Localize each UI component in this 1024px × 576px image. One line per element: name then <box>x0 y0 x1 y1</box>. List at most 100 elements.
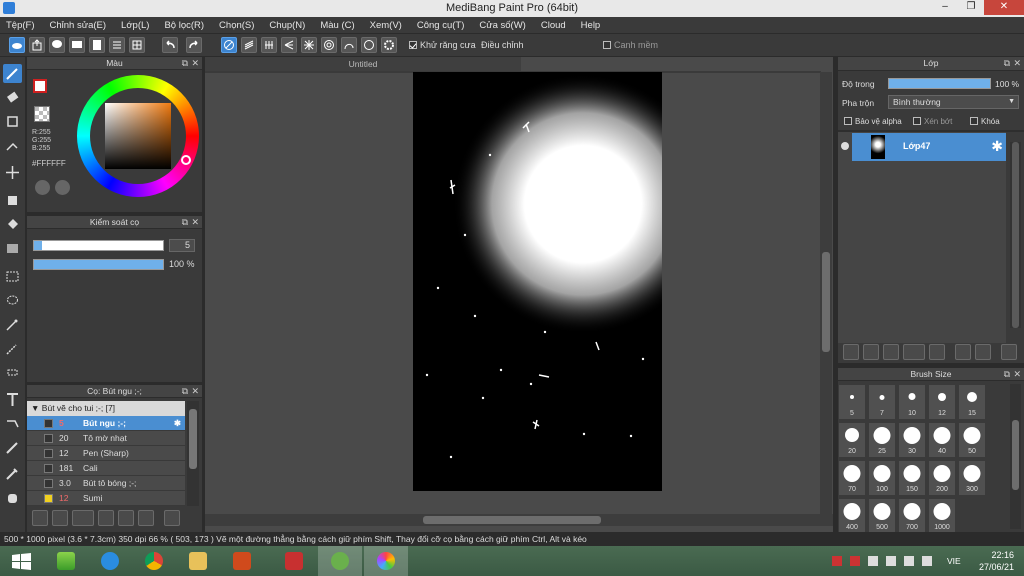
layer-menu-icon[interactable] <box>903 344 925 360</box>
undock-icon[interactable]: ⧉ <box>1004 57 1010 70</box>
brush-size-cell[interactable]: 15 <box>958 384 986 420</box>
brush-size-cell[interactable]: 100 <box>868 460 896 496</box>
folder-icon[interactable] <box>118 510 134 526</box>
undock-icon[interactable]: ⧉ <box>182 57 188 70</box>
fill-rect-tool-icon[interactable] <box>3 191 22 210</box>
select-pen-tool-icon[interactable] <box>3 339 22 358</box>
parallel-snap-icon[interactable] <box>241 37 257 53</box>
brush-size-cell[interactable]: 1000 <box>928 498 956 534</box>
crisscross-snap-icon[interactable] <box>261 37 277 53</box>
redo-icon[interactable] <box>186 37 202 53</box>
size-input[interactable]: 5 <box>169 239 195 252</box>
clipping-checkbox[interactable] <box>913 117 921 125</box>
brush-size-cell[interactable]: 400 <box>838 498 866 534</box>
folder-icon[interactable] <box>929 344 945 360</box>
ellipse-snap-icon[interactable] <box>361 37 377 53</box>
hue-handle[interactable] <box>181 155 191 165</box>
tray-app-icon[interactable] <box>832 556 842 566</box>
tray-vietkey-icon[interactable] <box>850 556 860 566</box>
menu-file[interactable]: Tệp(F) <box>6 20 35 31</box>
menu-view[interactable]: Xem(V) <box>370 20 402 31</box>
new-halftone-layer-icon[interactable] <box>863 344 879 360</box>
antialias-checkbox[interactable] <box>409 41 417 49</box>
palette-icon[interactable] <box>35 180 50 195</box>
brush-tool-icon[interactable] <box>3 64 22 83</box>
blur-tool-icon[interactable] <box>3 136 22 155</box>
new-layer-icon[interactable] <box>843 344 859 360</box>
menu-layer[interactable]: Lớp(L) <box>121 20 149 31</box>
move-tool-icon[interactable] <box>3 163 22 182</box>
brush-size-cell[interactable]: 700 <box>898 498 926 534</box>
taskbar-medibang[interactable] <box>364 546 408 576</box>
brush-item[interactable]: 12 Pen (Sharp) <box>27 446 185 461</box>
layer-scrollbar[interactable] <box>1010 142 1021 328</box>
brush-size-cell[interactable]: 40 <box>928 422 956 458</box>
document-tab[interactable]: Untitled <box>205 57 521 71</box>
new-brush-icon[interactable] <box>52 510 68 526</box>
eye-icon[interactable] <box>841 142 849 150</box>
undock-icon[interactable]: ⧉ <box>182 385 188 398</box>
radial-snap-icon[interactable] <box>301 37 317 53</box>
share-icon[interactable] <box>29 37 45 53</box>
menu-select[interactable]: Chọn(S) <box>219 20 254 31</box>
brush-size-cell[interactable]: 7 <box>868 384 896 420</box>
menu-help[interactable]: Help <box>581 20 601 31</box>
menu-cloud[interactable]: Cloud <box>541 20 566 31</box>
maximize-button[interactable]: ❐ <box>958 0 984 15</box>
menu-filter[interactable]: Bộ lọc(R) <box>164 20 204 31</box>
undo-icon[interactable] <box>162 37 178 53</box>
brush-item[interactable]: 12 Sumi <box>27 491 185 506</box>
chat-icon[interactable] <box>69 37 85 53</box>
settings-gear-icon[interactable] <box>381 37 397 53</box>
taskbar-app[interactable] <box>272 546 316 576</box>
brush-size-cell[interactable]: 25 <box>868 422 896 458</box>
blend-mode-select[interactable]: Bình thường ▼ <box>888 95 1019 109</box>
menu-window[interactable]: Cửa số(W) <box>479 20 525 31</box>
brush-group-header[interactable]: ▼ Bút vẽ cho tui ;-; [7] <box>27 401 185 416</box>
brush-item[interactable]: 3.0 Bút tô bóng ;-; <box>27 476 185 491</box>
saturation-value-square[interactable] <box>105 103 171 169</box>
taskbar-snipping[interactable] <box>318 546 362 576</box>
undock-icon[interactable]: ⧉ <box>1004 368 1010 381</box>
menu-color[interactable]: Màu (C) <box>320 20 354 31</box>
brush-size-cell[interactable]: 150 <box>898 460 926 496</box>
size-slider[interactable] <box>33 240 164 251</box>
menu-tools[interactable]: Công cụ(T) <box>417 20 465 31</box>
language-indicator[interactable]: VIE <box>947 556 961 566</box>
tray-volume-icon[interactable] <box>922 556 932 566</box>
lock-checkbox[interactable] <box>970 117 978 125</box>
protect-alpha-checkbox[interactable] <box>844 117 852 125</box>
hue-wheel[interactable] <box>77 75 199 197</box>
curve-snap-icon[interactable] <box>341 37 357 53</box>
transparent-swatch[interactable] <box>34 106 50 122</box>
start-button[interactable] <box>0 546 44 576</box>
lasso-tool-icon[interactable] <box>3 291 22 310</box>
tray-network-icon[interactable] <box>886 556 896 566</box>
brush-item[interactable]: 20 Tô mờ nhạt <box>27 431 185 446</box>
layer-row[interactable]: Lớp47 ✱ <box>852 133 1006 161</box>
gear-icon[interactable]: ✱ <box>174 416 181 430</box>
trash-icon[interactable] <box>1001 344 1017 360</box>
brush-size-cell[interactable]: 500 <box>868 498 896 534</box>
brush-size-cell[interactable]: 300 <box>958 460 986 496</box>
taskbar-explorer[interactable] <box>176 546 220 576</box>
tray-battery-icon[interactable] <box>904 556 914 566</box>
smooth-edge-checkbox[interactable] <box>603 41 611 49</box>
close-button[interactable]: ✕ <box>984 0 1024 15</box>
brush-size-cell[interactable]: 5 <box>838 384 866 420</box>
new-8bit-layer-icon[interactable] <box>883 344 899 360</box>
circle-snap-icon[interactable] <box>321 37 337 53</box>
divide-tool-icon[interactable] <box>3 414 22 433</box>
merge-layer-icon[interactable] <box>975 344 991 360</box>
brush-item[interactable]: 5 Bút ngu ;-; ✱ <box>27 416 185 431</box>
magic-wand-tool-icon[interactable] <box>3 315 22 334</box>
brush-size-cell[interactable]: 200 <box>928 460 956 496</box>
document-icon[interactable] <box>89 37 105 53</box>
horizontal-scrollbar[interactable] <box>205 514 833 526</box>
menu-edit[interactable]: Chỉnh sửa(E) <box>50 20 107 31</box>
close-panel-icon[interactable]: ✕ <box>1013 57 1021 70</box>
select-eraser-tool-icon[interactable] <box>3 363 22 382</box>
brush-item[interactable]: 181 Cali <box>27 461 185 476</box>
add-brush-icon[interactable] <box>32 510 48 526</box>
pen-tool-icon[interactable] <box>3 438 22 457</box>
